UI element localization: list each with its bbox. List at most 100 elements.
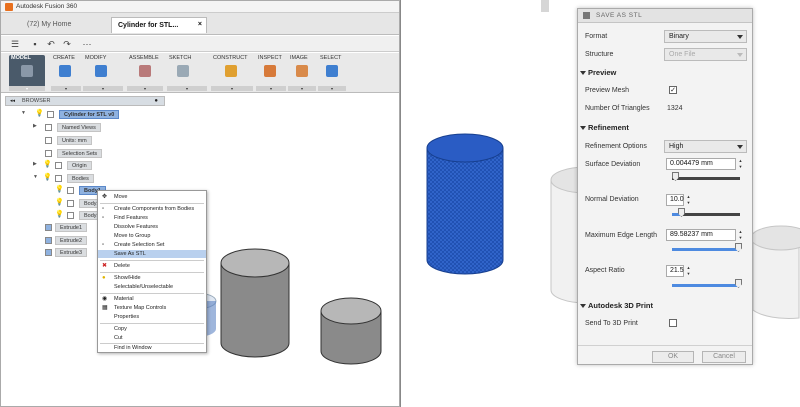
refinement-options-select[interactable]: High (664, 140, 747, 153)
tree-item-extrude2[interactable]: Extrude2 (45, 236, 105, 245)
tree-item-extrude1[interactable]: Extrude1 (45, 223, 105, 232)
chevron-down-icon[interactable]: ▾ (167, 86, 207, 91)
max-edge-length-slider[interactable] (672, 248, 740, 251)
refinement-section-title[interactable]: Refinement (588, 123, 629, 132)
root-label[interactable]: Cylinder for STL v0 (59, 110, 120, 119)
browser-root[interactable]: ▼ 💡 Cylinder for STL v0 (21, 110, 161, 119)
chevron-down-icon[interactable]: ▾ (211, 86, 253, 91)
expand-triangle-icon[interactable]: ▼ (21, 110, 26, 117)
menu-item-material[interactable]: ◉ Material (98, 295, 206, 303)
undo-icon[interactable]: ↶ (45, 38, 57, 50)
ribbon-group-select[interactable]: SELECT ▾ (318, 55, 346, 91)
tree-item-label: Extrude1 (55, 223, 88, 232)
chevron-down-icon[interactable]: ▾ (127, 86, 163, 91)
menu-item-create-selection-set[interactable]: ▫ Create Selection Set (98, 241, 206, 249)
lightbulb-icon[interactable]: 💡 (55, 186, 64, 193)
menu-item-show-hide[interactable]: ● Show/Hide (98, 274, 206, 282)
workspace-model[interactable]: MODEL ▾ (9, 55, 45, 91)
section-collapse-icon[interactable] (580, 71, 586, 75)
normal-deviation-input[interactable]: 10.0 (666, 194, 684, 206)
sketch-icon (177, 65, 189, 77)
menu-item-texture-map[interactable]: ▦ Texture Map Controls (98, 304, 206, 312)
browser-header[interactable]: ◂◂ BROWSER ● (5, 96, 165, 106)
menu-separator (100, 323, 204, 324)
lightbulb-icon[interactable]: 💡 (43, 174, 52, 181)
dialog-header[interactable]: SAVE AS STL (578, 9, 752, 23)
ribbon-group-sketch[interactable]: SKETCH ▾ (167, 55, 207, 91)
menu-item-find-features[interactable]: ▫ Find Features (98, 214, 206, 222)
aspect-ratio-input[interactable]: 21.5 (666, 265, 684, 277)
tree-item-bodies[interactable]: ▼ 💡 Bodies (33, 174, 133, 183)
pin-icon[interactable]: ● (154, 98, 158, 104)
aspect-ratio-slider[interactable] (672, 284, 740, 287)
section-collapse-icon[interactable] (580, 304, 586, 308)
lightbulb-icon[interactable]: 💡 (35, 110, 44, 117)
menu-item-delete[interactable]: ✖ Delete (98, 262, 206, 270)
surface-deviation-spinner[interactable]: ▲ ▼ (737, 158, 744, 170)
expand-triangle-icon[interactable]: ▶ (33, 123, 38, 130)
share-icon[interactable]: ⋯ (81, 38, 93, 50)
ribbon-group-construct[interactable]: CONSTRUCT ▾ (211, 55, 253, 91)
structure-select[interactable]: One File (664, 48, 747, 61)
menu-item-copy[interactable]: Copy (98, 325, 206, 333)
aspect-ratio-spinner[interactable]: ▲ ▼ (685, 265, 692, 277)
menu-item-selectable[interactable]: Selectable/Unselectable (98, 283, 206, 291)
extrude-icon (45, 249, 52, 256)
menu-item-create-components[interactable]: ▫ Create Components from Bodies (98, 205, 206, 213)
surface-deviation-input[interactable]: 0.004479 mm (666, 158, 736, 170)
max-edge-length-input[interactable]: 89.58237 mm (666, 229, 736, 241)
ribbon-group-image[interactable]: IMAGE ▾ (288, 55, 316, 91)
normal-deviation-spinner[interactable]: ▲ ▼ (685, 194, 692, 206)
close-icon[interactable]: × (198, 21, 202, 28)
menu-item-find-in-window[interactable]: Find in Window (98, 344, 206, 352)
normal-deviation-value: 10.0 (670, 196, 684, 203)
expand-triangle-icon[interactable]: ▼ (33, 174, 38, 181)
chevron-down-icon[interactable]: ▾ (83, 86, 123, 91)
redo-icon[interactable]: ↷ (61, 38, 73, 50)
tree-item-named-views[interactable]: ▶ Named Views (33, 123, 133, 132)
tree-item-units[interactable]: Units: mm (33, 136, 133, 145)
menu-icon[interactable]: ☰ (9, 38, 21, 50)
collapse-icon[interactable]: ◂◂ (10, 98, 15, 104)
structure-value: One File (669, 51, 696, 58)
chevron-down-icon[interactable]: ▾ (9, 86, 45, 91)
preview-mesh-checkbox[interactable]: ✓ (669, 86, 677, 94)
save-icon[interactable]: ▪ (29, 38, 41, 50)
tab-label: (72) My Home (27, 21, 72, 28)
lightbulb-icon[interactable]: 💡 (43, 161, 52, 168)
ribbon-group-modify[interactable]: MODIFY ▾ (83, 55, 123, 91)
expand-triangle-icon[interactable]: ▶ (33, 161, 38, 168)
surface-deviation-slider[interactable] (672, 177, 740, 180)
tree-item-origin[interactable]: ▶ 💡 Origin (33, 161, 133, 170)
menu-item-move-to-group[interactable]: Move to Group (98, 232, 206, 240)
menu-item-properties[interactable]: Properties (98, 313, 206, 321)
max-edge-length-spinner[interactable]: ▲ ▼ (737, 229, 744, 241)
image-icon (296, 65, 308, 77)
menu-item-cut[interactable]: Cut (98, 334, 206, 342)
print-section-title[interactable]: Autodesk 3D Print (588, 301, 653, 310)
menu-item-label: Selectable/Unselectable (114, 284, 174, 290)
chevron-down-icon[interactable]: ▾ (288, 86, 316, 91)
ribbon-group-inspect[interactable]: INSPECT ▾ (256, 55, 286, 91)
ribbon-group-assemble[interactable]: ASSEMBLE ▾ (127, 55, 163, 91)
preview-section-title[interactable]: Preview (588, 68, 616, 77)
section-collapse-icon[interactable] (580, 126, 586, 130)
menu-item-save-as-stl[interactable]: Save As STL (98, 250, 206, 258)
tab-my-home[interactable]: (72) My Home (21, 17, 77, 33)
chevron-down-icon[interactable]: ▾ (318, 86, 346, 91)
body1-mesh-preview[interactable] (426, 148, 504, 275)
format-select[interactable]: Binary (664, 30, 747, 43)
chevron-down-icon[interactable]: ▾ (51, 86, 81, 91)
tab-cylinder[interactable]: Cylinder for STL... × (111, 17, 207, 33)
menu-item-move[interactable]: ✥ Move (98, 193, 206, 201)
ok-button[interactable]: OK (652, 351, 694, 363)
lightbulb-icon[interactable]: 💡 (55, 211, 64, 218)
send-to-3d-print-checkbox[interactable] (669, 319, 677, 327)
cancel-button[interactable]: Cancel (702, 351, 746, 363)
menu-item-dissolve-features[interactable]: Dissolve Features (98, 223, 206, 231)
lightbulb-icon[interactable]: 💡 (55, 199, 64, 206)
chevron-down-icon[interactable]: ▾ (256, 86, 286, 91)
tree-item-selection-sets[interactable]: Selection Sets (33, 149, 133, 158)
ribbon-group-create[interactable]: CREATE ▾ (51, 55, 81, 91)
tree-item-extrude3[interactable]: Extrude3 (45, 248, 105, 257)
